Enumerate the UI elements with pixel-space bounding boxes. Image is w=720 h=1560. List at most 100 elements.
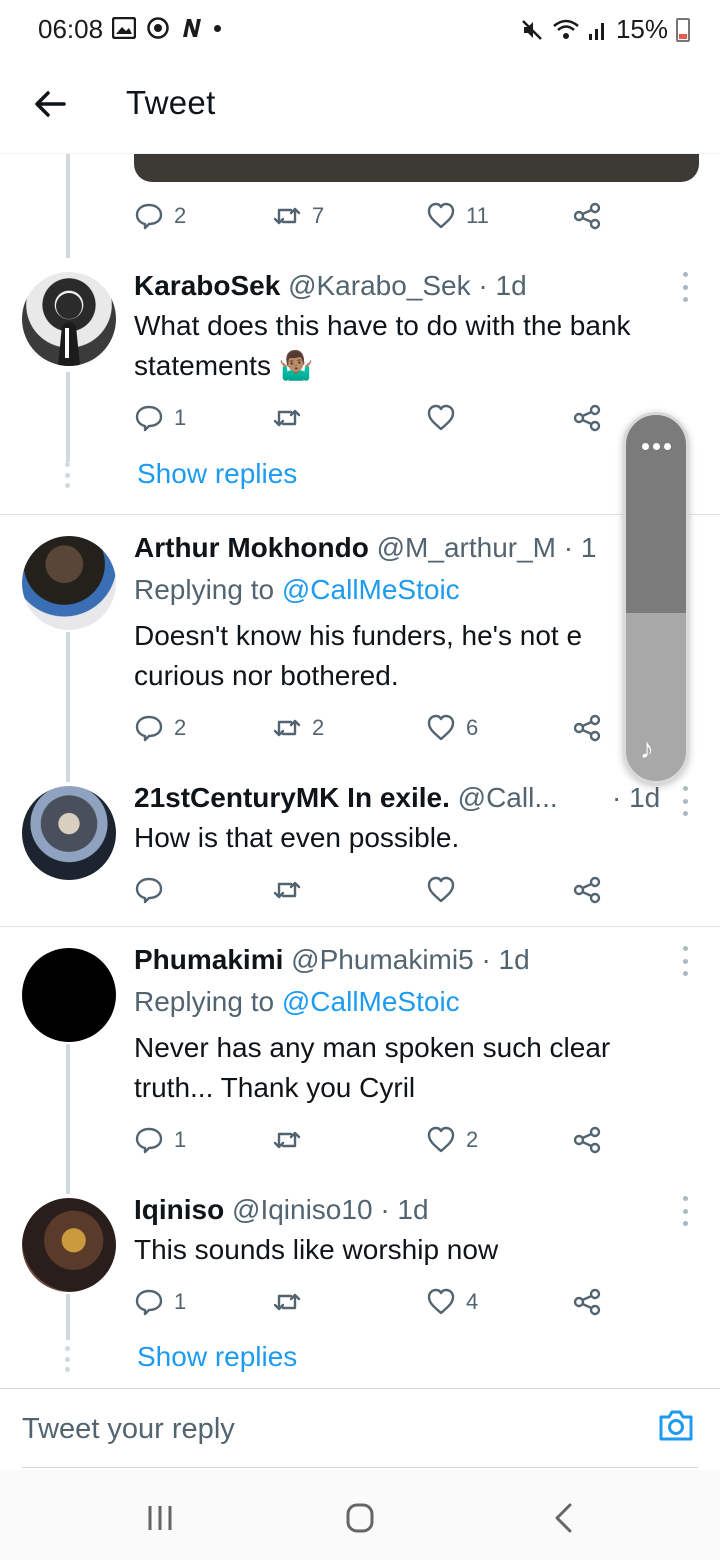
like-button[interactable]: 2 xyxy=(426,1122,478,1158)
app-header: Tweet xyxy=(0,58,720,154)
battery-percent: 15% xyxy=(615,14,668,44)
reply-button[interactable]: 1 xyxy=(134,1284,186,1320)
like-button[interactable] xyxy=(426,872,466,908)
back-arrow-icon[interactable] xyxy=(28,82,72,126)
avatar[interactable] xyxy=(22,536,116,630)
like-button[interactable]: 11 xyxy=(426,198,489,234)
reply-icon xyxy=(135,405,163,432)
more-options-icon[interactable] xyxy=(678,946,692,976)
mention-link[interactable]: @CallMeStoic xyxy=(282,574,460,605)
reply-composer: Tweet your reply xyxy=(0,1388,720,1468)
thread-dots xyxy=(65,1346,71,1372)
reply-button[interactable] xyxy=(134,872,174,908)
tweet-actions: 2 7 11 xyxy=(134,198,614,234)
retweet-icon xyxy=(273,207,301,225)
back-icon[interactable] xyxy=(544,1498,584,1538)
handle[interactable]: @M_arthur_M xyxy=(377,532,556,563)
retweet-button[interactable]: 2 xyxy=(272,710,324,746)
avatar[interactable] xyxy=(22,1198,116,1292)
notification-icons xyxy=(112,16,221,40)
reply-input[interactable]: Tweet your reply xyxy=(22,1413,235,1446)
replying-to: Replying to @CallMeStoic xyxy=(134,986,460,1018)
like-button[interactable]: 6 xyxy=(426,710,478,746)
like-count: 11 xyxy=(466,203,489,228)
reply-button[interactable]: 2 xyxy=(134,710,186,746)
share-button[interactable] xyxy=(572,872,602,908)
heart-icon xyxy=(427,1126,455,1153)
show-replies-link[interactable]: Show replies xyxy=(137,458,297,490)
share-icon xyxy=(573,202,601,230)
handle[interactable]: @Karabo_Sek xyxy=(288,270,471,301)
share-button[interactable] xyxy=(572,1122,602,1158)
avatar[interactable] xyxy=(22,786,116,880)
retweet-button[interactable] xyxy=(272,1122,312,1158)
timestamp: · 1d xyxy=(380,1194,429,1225)
battery-icon xyxy=(676,17,690,42)
display-name[interactable]: 21stCenturyMK In exile. xyxy=(134,782,450,813)
more-options-icon[interactable] xyxy=(678,1196,692,1226)
retweet-button[interactable] xyxy=(272,1284,312,1320)
tweet-header: Arthur Mokhondo @M_arthur_M · 1 xyxy=(134,532,624,564)
share-button[interactable] xyxy=(572,1284,602,1320)
display-name[interactable]: Phumakimi xyxy=(134,944,283,975)
like-button[interactable]: 4 xyxy=(426,1284,478,1320)
recent-apps-icon[interactable] xyxy=(140,1498,180,1538)
mention-link[interactable]: @CallMeStoic xyxy=(282,986,460,1017)
retweet-button[interactable] xyxy=(272,872,312,908)
system-icons: 15% xyxy=(520,14,690,45)
reply-count: 1 xyxy=(174,1289,187,1314)
more-options-icon[interactable] xyxy=(678,272,692,302)
reply-icon xyxy=(135,1289,163,1316)
share-icon xyxy=(573,714,601,742)
like-button[interactable] xyxy=(426,400,466,436)
reply-button[interactable]: 1 xyxy=(134,1122,186,1158)
reply-count: 1 xyxy=(174,1127,187,1152)
home-icon[interactable] xyxy=(340,1498,380,1538)
music-note-icon[interactable]: ♪ xyxy=(640,733,654,765)
heart-icon xyxy=(427,202,455,229)
tweet-media[interactable] xyxy=(134,150,699,182)
heart-icon xyxy=(427,876,455,903)
show-replies-link[interactable]: Show replies xyxy=(137,1341,297,1373)
like-count: 6 xyxy=(466,715,479,740)
mute-icon xyxy=(522,19,542,40)
tweet-actions xyxy=(134,872,614,908)
reply-count: 2 xyxy=(174,715,187,740)
status-time: 06:08 xyxy=(38,14,104,44)
tweet-header: Phumakimi @Phumakimi5 · 1d xyxy=(134,944,664,976)
volume-slider[interactable]: ♪ xyxy=(623,412,689,784)
volume-more-icon[interactable] xyxy=(626,443,686,450)
handle[interactable]: @Iqiniso10 xyxy=(232,1194,373,1225)
retweet-button[interactable]: 7 xyxy=(272,198,324,234)
reply-button[interactable]: 2 xyxy=(134,198,186,234)
signal-icon xyxy=(588,22,604,40)
replying-to: Replying to @CallMeStoic xyxy=(134,574,460,606)
display-name[interactable]: Iqiniso xyxy=(134,1194,224,1225)
retweet-icon xyxy=(273,409,301,427)
retweet-count: 2 xyxy=(312,715,325,740)
timestamp: · 1d xyxy=(481,944,530,975)
thread-line xyxy=(66,1294,70,1340)
camera-icon[interactable] xyxy=(656,1405,696,1445)
avatar[interactable] xyxy=(22,272,116,366)
timestamp: · 1d xyxy=(478,270,527,301)
tweet-text: What does this have to do with the bank … xyxy=(134,310,631,381)
display-name[interactable]: KaraboSek xyxy=(134,270,280,301)
gallery-icon xyxy=(112,17,136,39)
share-button[interactable] xyxy=(572,710,602,746)
more-options-icon[interactable] xyxy=(678,786,692,816)
system-nav-bar xyxy=(0,1470,720,1560)
heart-icon xyxy=(427,1288,455,1315)
display-name[interactable]: Arthur Mokhondo xyxy=(134,532,369,563)
tweet-actions: 1 4 xyxy=(134,1284,614,1320)
avatar[interactable] xyxy=(22,948,116,1042)
handle[interactable]: @Call... xyxy=(458,782,558,813)
share-button[interactable] xyxy=(572,198,602,234)
reply-button[interactable]: 1 xyxy=(134,400,186,436)
reply-count: 1 xyxy=(174,405,187,430)
share-button[interactable] xyxy=(572,400,602,436)
handle[interactable]: @Phumakimi5 xyxy=(291,944,473,975)
heart-icon xyxy=(427,714,455,741)
tweet-actions: 1 xyxy=(134,400,614,436)
retweet-button[interactable] xyxy=(272,400,312,436)
